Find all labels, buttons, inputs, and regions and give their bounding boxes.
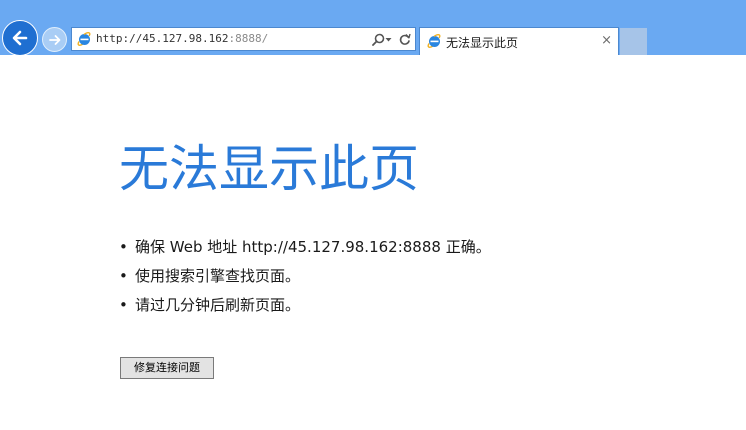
fix-connection-button[interactable]: 修复连接问题 (120, 357, 214, 379)
tip-text: 请过几分钟后刷新页面。 (135, 296, 301, 314)
url-host: http://45.127.98.162 (96, 32, 229, 45)
search-button[interactable] (372, 33, 392, 46)
bullet: • (119, 267, 128, 285)
refresh-button[interactable] (398, 33, 411, 46)
list-item: • 确保 Web 地址 http://45.127.98.162:8888 正确。 (119, 233, 491, 262)
forward-arrow-icon (48, 34, 60, 45)
page-title: 无法显示此页 (119, 140, 419, 198)
ie-logo-icon (77, 32, 91, 46)
back-arrow-icon (12, 30, 28, 46)
bullet: • (119, 238, 128, 256)
new-tab-button[interactable] (620, 28, 647, 55)
error-page: 无法显示此页 • 确保 Web 地址 http://45.127.98.162:8… (0, 55, 746, 430)
suggestion-list: • 确保 Web 地址 http://45.127.98.162:8888 正确。… (119, 233, 491, 320)
tab-current[interactable]: 无法显示此页 × (419, 27, 619, 55)
address-tools (372, 31, 411, 47)
tip-text: 确保 Web 地址 http://45.127.98.162:8888 正确。 (135, 238, 491, 256)
address-bar[interactable]: http://45.127.98.162:8888/ (71, 27, 416, 51)
tab-title: 无法显示此页 (446, 36, 519, 50)
list-item: • 使用搜索引擎查找页面。 (119, 262, 491, 291)
dropdown-icon (385, 37, 392, 41)
ie-logo-icon (427, 34, 441, 48)
tip-text: 使用搜索引擎查找页面。 (135, 267, 301, 285)
browser-toolbar: http://45.127.98.162:8888/ 无法显示此页 × (0, 0, 746, 56)
bullet: • (119, 296, 128, 314)
url-port: :8888/ (228, 32, 269, 45)
url-text[interactable]: http://45.127.98.162:8888/ (96, 32, 268, 45)
back-button[interactable] (2, 20, 38, 56)
list-item: • 请过几分钟后刷新页面。 (119, 291, 491, 320)
search-icon (372, 33, 385, 46)
close-icon[interactable]: × (601, 34, 612, 48)
refresh-icon (399, 33, 411, 45)
forward-button[interactable] (42, 27, 67, 52)
